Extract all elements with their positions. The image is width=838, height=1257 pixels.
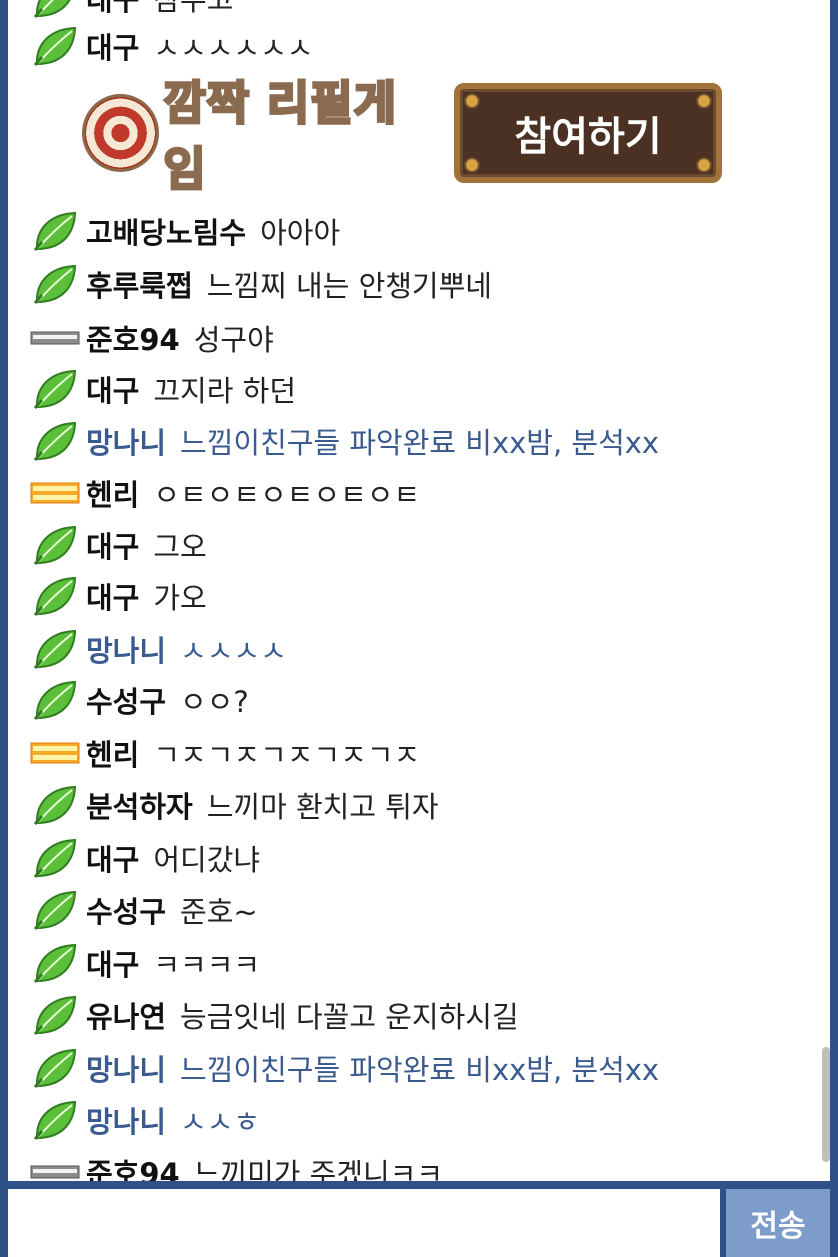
- chat-text: ㄱㅈㄱㅈㄱㅈㄱㅈㄱㅈ: [153, 738, 421, 772]
- chat-message: 대구 잠수고: [30, 0, 233, 18]
- leaf-icon: [30, 576, 80, 616]
- chat-nickname[interactable]: 분석하자: [86, 784, 193, 826]
- chat-text: 끄지라 하던: [153, 374, 296, 408]
- chat-message: 망나니 느낌이친구들 파악완료 비xx밤, 분석xx: [30, 1048, 659, 1088]
- scrollbar-thumb[interactable]: [822, 1047, 830, 1162]
- chat-text: 잠수고: [153, 0, 234, 17]
- leaf-icon: [30, 629, 80, 669]
- chat-message: 유나연 능금잇네 다꼴고 운지하시길: [30, 995, 519, 1035]
- chat-text: 느낌이친구들 파악완료 비xx밤, 분석xx: [180, 426, 660, 460]
- chat-nickname[interactable]: 유나연: [86, 994, 166, 1036]
- leaf-icon: [30, 943, 80, 983]
- chat-message: 준호94 느끼미가 주겠니ㅋㅋ: [30, 1152, 443, 1181]
- leaf-icon: [30, 369, 80, 409]
- leaf-icon: [30, 680, 80, 720]
- chat-message: 대구 가오: [30, 576, 207, 616]
- leaf-icon: [30, 890, 80, 930]
- chat-nickname[interactable]: 대구: [86, 942, 139, 984]
- chat-nickname[interactable]: 후루룩쩝: [86, 263, 193, 305]
- banner-title-group: 깜짝 리필게임: [82, 75, 438, 198]
- chat-text: 성구야: [193, 323, 274, 357]
- chat-message: 고배당노림수 아아아: [30, 211, 340, 251]
- chat-text: 가오: [153, 581, 207, 615]
- chat-message: 수성구 준호~: [30, 890, 258, 930]
- chat-text: 아아아: [260, 216, 341, 250]
- chat-nickname[interactable]: 수성구: [86, 889, 166, 931]
- chat-text: 능금잇네 다꼴고 운지하시길: [180, 1000, 519, 1034]
- banner-title: 깜짝 리필게임: [162, 75, 398, 198]
- chat-text: ㅇㅌㅇㅌㅇㅌㅇㅌㅇㅌ: [153, 478, 421, 512]
- leaf-icon: [30, 421, 80, 461]
- bolt-icon: [696, 157, 712, 173]
- chat-message: 대구 ㅅㅅㅅㅅㅅㅅ: [30, 26, 313, 66]
- chat-nickname[interactable]: 대구: [86, 368, 139, 410]
- leaf-icon: [30, 838, 80, 878]
- chat-nickname[interactable]: 망나니: [86, 420, 166, 462]
- chat-text: 그오: [153, 530, 207, 564]
- chat-text: ㅇㅇ?: [180, 685, 249, 719]
- refill-game-banner: 깜짝 리필게임 참여하기: [82, 75, 722, 198]
- chat-message: 대구 끄지라 하던: [30, 369, 296, 409]
- leaf-icon: [30, 264, 80, 304]
- chat-nickname[interactable]: 망나니: [86, 1047, 166, 1089]
- chat-text: 어디갔냐: [153, 843, 261, 877]
- send-button[interactable]: 전송: [726, 1189, 830, 1257]
- chat-nickname[interactable]: 대구: [86, 25, 139, 67]
- chat-nickname[interactable]: 대구: [86, 837, 139, 879]
- target-icon: [82, 94, 160, 172]
- chat-message: 준호94 성구야: [30, 318, 274, 358]
- chat-nickname[interactable]: 준호94: [86, 317, 180, 359]
- chat-message: 대구 어디갔냐: [30, 838, 260, 878]
- chat-text: 느끼미가 주겠니ㅋㅋ: [193, 1157, 444, 1181]
- leaf-icon: [30, 26, 80, 66]
- chat-nickname[interactable]: 대구: [86, 0, 139, 19]
- chat-nickname[interactable]: 고배당노림수: [86, 210, 246, 252]
- chat-text: ㅅㅅㅎ: [180, 1105, 261, 1139]
- leaf-icon: [30, 1100, 80, 1140]
- leaf-icon: [30, 995, 80, 1035]
- chat-message: 분석하자 느끼마 환치고 튀자: [30, 785, 439, 825]
- bolt-icon: [696, 93, 712, 109]
- chat-text: ㅅㅅㅅㅅ: [180, 634, 287, 668]
- leaf-icon: [30, 1048, 80, 1088]
- chat-nickname[interactable]: 준호94: [86, 1151, 180, 1181]
- chat-text: 느낌찌 내는 안챙기뿌네: [206, 269, 492, 303]
- chat-message: 망나니 ㅅㅅㅎ: [30, 1100, 260, 1140]
- chat-nickname[interactable]: 망나니: [86, 628, 166, 670]
- leaf-icon: [30, 525, 80, 565]
- chat-text: 준호~: [180, 895, 258, 929]
- leaf-icon: [30, 0, 80, 18]
- chat-nickname[interactable]: 헨리: [86, 472, 139, 514]
- gold-bar-icon: [30, 733, 80, 773]
- bolt-icon: [464, 157, 481, 173]
- join-game-label: 참여하기: [514, 114, 662, 160]
- leaf-icon: [30, 785, 80, 825]
- chat-message: 대구 그오: [30, 525, 207, 565]
- chat-nickname[interactable]: 망나니: [86, 1099, 166, 1141]
- chat-nickname[interactable]: 헨리: [86, 732, 139, 774]
- chat-nickname[interactable]: 대구: [86, 575, 139, 617]
- chat-message: 헨리 ㅇㅌㅇㅌㅇㅌㅇㅌㅇㅌ: [30, 473, 420, 513]
- gold-bar-icon: [30, 473, 80, 513]
- silver-bar-icon: [30, 318, 80, 358]
- chat-message: 망나니 ㅅㅅㅅㅅ: [30, 629, 287, 669]
- chat-message: 수성구 ㅇㅇ?: [30, 680, 249, 720]
- chat-text: 느낌이친구들 파악완료 비xx밤, 분석xx: [180, 1053, 660, 1087]
- leaf-icon: [30, 211, 80, 251]
- chat-text: 느끼마 환치고 튀자: [206, 790, 439, 824]
- chat-nickname[interactable]: 대구: [86, 524, 139, 566]
- chat-message: 헨리 ㄱㅈㄱㅈㄱㅈㄱㅈㄱㅈ: [30, 733, 420, 773]
- chat-text: ㅋㅋㅋㅋ: [153, 948, 261, 982]
- chat-message: 망나니 느낌이친구들 파악완료 비xx밤, 분석xx: [30, 421, 659, 461]
- chat-message: 후루룩쩝 느낌찌 내는 안챙기뿌네: [30, 264, 492, 304]
- chat-message: 대구 ㅋㅋㅋㅋ: [30, 943, 260, 983]
- chat-text: ㅅㅅㅅㅅㅅㅅ: [153, 31, 314, 65]
- chat-nickname[interactable]: 수성구: [86, 679, 166, 721]
- silver-bar-icon: [30, 1152, 80, 1181]
- join-game-button[interactable]: 참여하기: [454, 83, 722, 183]
- bolt-icon: [464, 93, 481, 109]
- message-input[interactable]: [8, 1189, 720, 1257]
- chat-log[interactable]: 대구 잠수고 대구 ㅅㅅㅅㅅㅅㅅ 고배당노림수 아아아 후루룩쩝 느낌찌 내는 안챙기뿌네 준호…: [8, 0, 830, 1181]
